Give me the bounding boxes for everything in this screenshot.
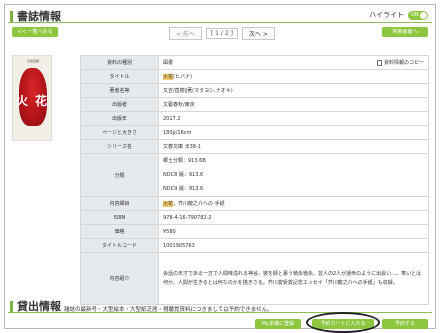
class-ndc9: NDC9 版：913.6 xyxy=(163,186,204,192)
class-ndc8: NDC8 版：913.6 xyxy=(163,172,204,178)
toggle-label: ON xyxy=(411,11,419,18)
copy-icon xyxy=(376,59,382,66)
table-row: 内容紹介 会話の天才である一方で人間味溢れる神谷。彼を師と慕う徳永徳永。芸人の2… xyxy=(80,252,429,305)
field-label: 出版者 xyxy=(80,97,159,112)
field-label: 資料の種別 xyxy=(80,55,159,70)
add-to-mybook-button[interactable]: My本棚に登録 xyxy=(255,319,301,329)
table-row: シリーズ名 文春文庫 ま38-1 xyxy=(80,139,429,154)
cover-author: 又吉直樹 xyxy=(26,59,39,63)
table-row: 出版年 2017.2 xyxy=(80,111,429,126)
field-value: 2017.2 xyxy=(158,111,429,126)
highlight-toggle[interactable]: ON xyxy=(408,10,428,20)
table-row: 内容細目 火花；芥川龍之介への 手紙 xyxy=(80,196,429,211)
reserve-button[interactable]: 予約する xyxy=(382,319,428,329)
table-row: ページと大きさ 180p/16cm xyxy=(80,125,429,140)
lending-divider xyxy=(8,312,432,313)
book-cover-image: 又吉直樹 火 花 xyxy=(12,55,52,141)
page-count: [ 1 / 2 ] xyxy=(205,28,238,39)
title-reading: (ヒバナ) xyxy=(173,74,192,80)
field-value: 978-4-16-790782-2 xyxy=(158,210,429,225)
table-row: 資料の種別 図書 資料情報のコピー xyxy=(80,55,429,70)
copy-link-label: 資料情報のコピー xyxy=(383,60,424,66)
field-value: 文春文庫 ま38-1 xyxy=(158,139,429,154)
table-row: 価格 ¥580 xyxy=(80,224,429,239)
toggle-knob xyxy=(420,11,427,19)
field-value: 180p/16cm xyxy=(158,125,429,140)
field-value: 1001905763 xyxy=(158,238,429,253)
next-button[interactable]: 次へ > xyxy=(241,27,275,40)
field-label: タイトル xyxy=(80,69,159,84)
contents-rest: ；芥川龍之介への 手紙 xyxy=(173,201,225,207)
field-value: 文藝春秋/東京 xyxy=(158,97,429,112)
material-type: 図書 xyxy=(163,60,174,66)
heading-marker xyxy=(10,300,13,312)
search-screen-button[interactable]: 検索画面へ xyxy=(382,27,428,37)
field-value: 図書 資料情報のコピー xyxy=(158,55,429,70)
cover-title-right: 花 xyxy=(35,94,48,108)
field-label: ページと大きさ xyxy=(80,125,159,140)
heading-marker xyxy=(10,10,13,22)
table-row: タイトルコード 1001905763 xyxy=(80,238,429,253)
class-local: 郷土分類：913.6B xyxy=(163,158,206,164)
field-label: 出版年 xyxy=(80,111,159,126)
add-to-cart-button[interactable]: 予約カートに入れる xyxy=(312,319,374,329)
pager: < 前へ [ 1 / 2 ] 次へ > xyxy=(169,27,275,40)
table-row: タイトル 火花(ヒバナ) xyxy=(80,69,429,84)
copy-record-link[interactable]: 資料情報のコピー xyxy=(376,59,424,66)
bibliographic-table: 資料の種別 図書 資料情報のコピー タイトル 火花(ヒバナ) 著者名等 又吉/直… xyxy=(80,55,429,305)
field-label: 分類 xyxy=(80,153,159,197)
back-to-list-button[interactable]: << 一覧へ戻る xyxy=(12,27,58,37)
table-row: 分類 郷土分類：913.6B NDC8 版：913.6 NDC9 版：913.6 xyxy=(80,153,429,197)
prev-button[interactable]: < 前へ xyxy=(169,27,202,40)
highlight-control: ハイライト ON xyxy=(369,10,428,20)
cover-title-left: 火 xyxy=(16,94,29,108)
table-row: ISBN 978-4-16-790782-2 xyxy=(80,210,429,225)
highlighted-term: 火花 xyxy=(163,74,174,80)
field-label: 内容細目 xyxy=(80,196,159,211)
field-label: ISBN xyxy=(80,210,159,225)
field-value: 又吉/直樹∥著(マタヨシ,ナオキ) xyxy=(158,83,429,98)
table-row: 出版者 文藝春秋/東京 xyxy=(80,97,429,112)
highlighted-term: 火花 xyxy=(163,201,174,207)
highlight-label: ハイライト xyxy=(369,11,404,19)
field-value: 郷土分類：913.6B NDC8 版：913.6 NDC9 版：913.6 xyxy=(158,153,429,197)
field-value: 会話の天才である一方で人間味溢れる神谷。彼を師と慕う徳永徳永。芸人の2人が運命の… xyxy=(158,252,429,305)
field-label: シリーズ名 xyxy=(80,139,159,154)
field-value: 火花(ヒバナ) xyxy=(158,69,429,84)
field-label: 内容紹介 xyxy=(80,252,159,305)
heading-divider xyxy=(8,22,432,23)
table-row: 著者名等 又吉/直樹∥著(マタヨシ,ナオキ) xyxy=(80,83,429,98)
field-label: タイトルコード xyxy=(80,238,159,253)
field-label: 価格 xyxy=(80,224,159,239)
field-value: ¥580 xyxy=(158,224,429,239)
field-value: 火花；芥川龍之介への 手紙 xyxy=(158,196,429,211)
field-label: 著者名等 xyxy=(80,83,159,98)
